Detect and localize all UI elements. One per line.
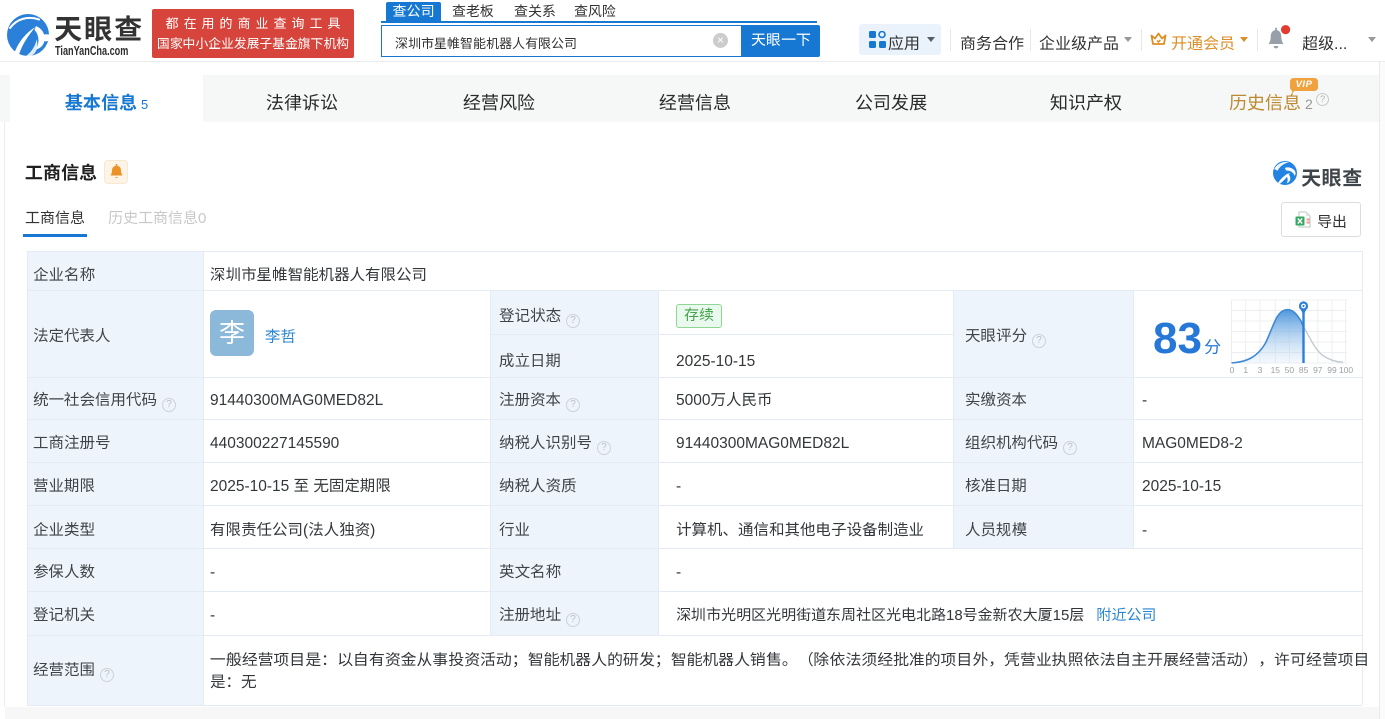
svg-text:97: 97 — [1313, 365, 1323, 375]
svg-text:50: 50 — [1285, 365, 1295, 375]
svg-text:15: 15 — [1271, 365, 1281, 375]
svg-text:3: 3 — [1258, 365, 1263, 375]
svg-text:0: 0 — [1230, 365, 1235, 375]
svg-text:1: 1 — [1243, 365, 1248, 375]
svg-text:85: 85 — [1299, 365, 1309, 375]
svg-text:99: 99 — [1327, 365, 1337, 375]
svg-text:100: 100 — [1339, 365, 1353, 375]
